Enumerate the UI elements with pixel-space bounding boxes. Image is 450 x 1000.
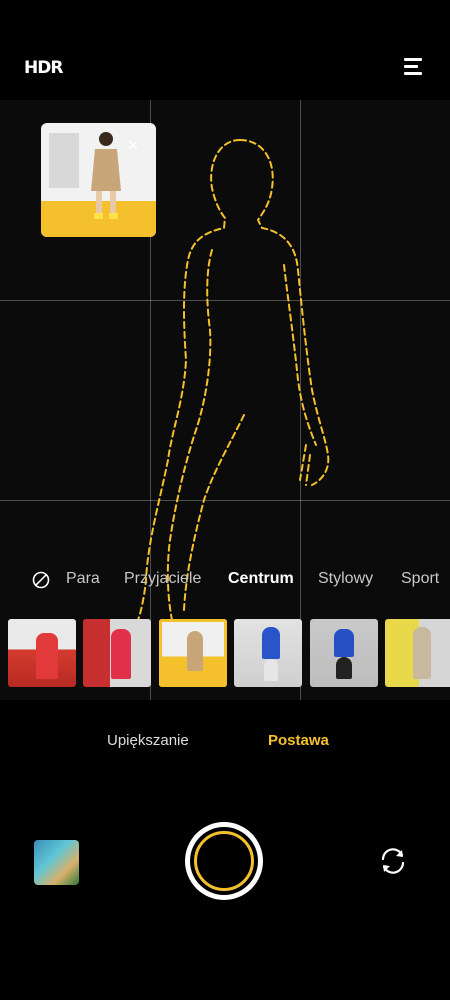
preview-building	[49, 133, 79, 188]
pose-thumbnail[interactable]	[83, 619, 151, 687]
switch-camera-icon[interactable]	[378, 846, 408, 876]
pose-category-przyjaciele[interactable]: Przyjaciele	[124, 570, 201, 588]
menu-icon[interactable]	[404, 58, 422, 76]
pose-category-stylowy[interactable]: Stylowy	[318, 570, 373, 588]
pose-thumbnail[interactable]	[8, 619, 76, 687]
pose-thumbnail[interactable]	[234, 619, 302, 687]
tab-upiekszanie[interactable]: Upiększanie	[107, 732, 189, 749]
shutter-button[interactable]	[185, 822, 263, 900]
pose-category-sport[interactable]: Sport	[401, 570, 439, 588]
bottom-tabs: Upiększanie Postawa	[0, 732, 450, 756]
pose-thumbnail[interactable]	[310, 619, 378, 687]
pose-category-bar: Para Przyjaciele Centrum Stylowy Sport	[0, 570, 450, 594]
preview-person	[91, 132, 121, 219]
pose-thumbnail[interactable]	[385, 619, 450, 687]
pose-thumbnail-selected[interactable]	[159, 619, 227, 687]
gallery-thumbnail[interactable]	[34, 840, 79, 885]
pose-category-para[interactable]: Para	[66, 570, 100, 588]
hdr-toggle[interactable]: HDR	[24, 58, 63, 78]
pose-reference-preview[interactable]	[41, 123, 156, 237]
close-icon[interactable]	[127, 139, 139, 151]
camera-viewfinder[interactable]	[0, 100, 450, 700]
pose-category-centrum[interactable]: Centrum	[228, 570, 294, 588]
pose-thumbnail-strip	[0, 619, 450, 689]
tab-postawa[interactable]: Postawa	[268, 732, 329, 749]
shutter-ring	[194, 831, 254, 891]
top-bar: HDR	[0, 0, 450, 100]
